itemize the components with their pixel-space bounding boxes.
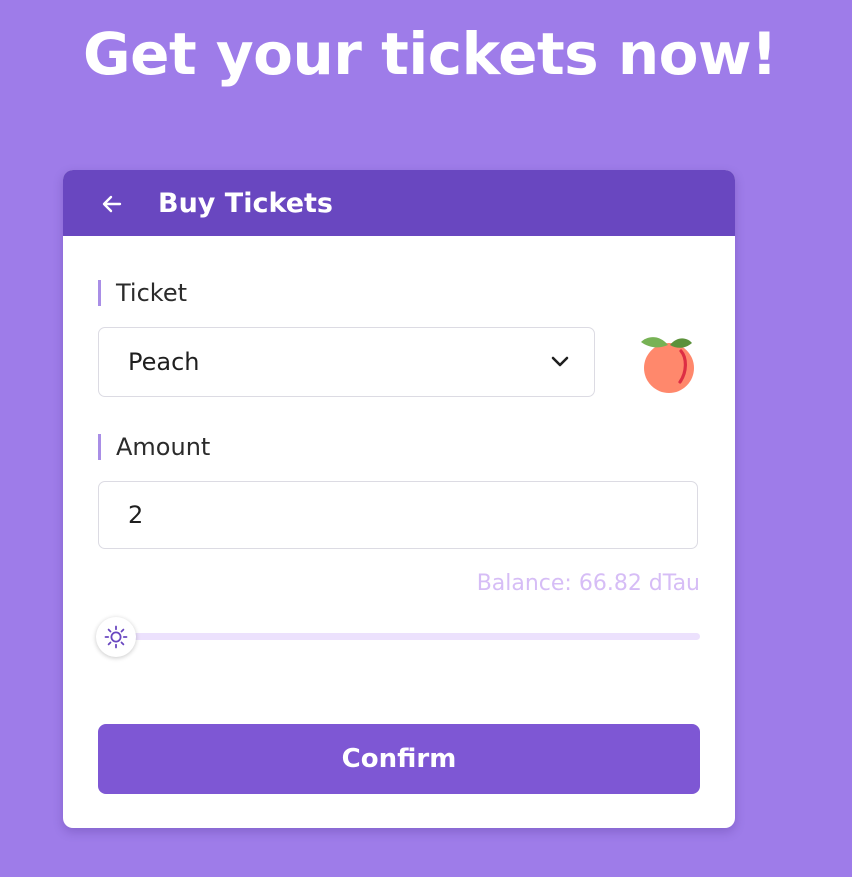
ticket-select[interactable]: Peach xyxy=(98,327,595,397)
back-button[interactable] xyxy=(99,191,125,217)
amount-input[interactable] xyxy=(98,481,698,549)
amount-slider-thumb[interactable] xyxy=(96,617,136,657)
amount-label: Amount xyxy=(98,434,210,460)
page-title: Get your tickets now! xyxy=(83,20,778,88)
confirm-button[interactable]: Confirm xyxy=(98,724,700,794)
sun-icon xyxy=(104,625,128,649)
peach-icon xyxy=(635,328,703,396)
card-header: Buy Tickets xyxy=(63,170,735,236)
balance-text: Balance: 66.82 dTau xyxy=(476,571,700,596)
buy-tickets-card: Buy Tickets Ticket Peach Amount Balance:… xyxy=(63,170,735,828)
card-title: Buy Tickets xyxy=(158,188,333,219)
chevron-down-icon xyxy=(550,353,570,371)
amount-slider-track[interactable] xyxy=(98,633,700,640)
arrow-left-icon xyxy=(102,195,122,213)
ticket-label: Ticket xyxy=(98,280,187,306)
ticket-select-value: Peach xyxy=(128,348,200,376)
